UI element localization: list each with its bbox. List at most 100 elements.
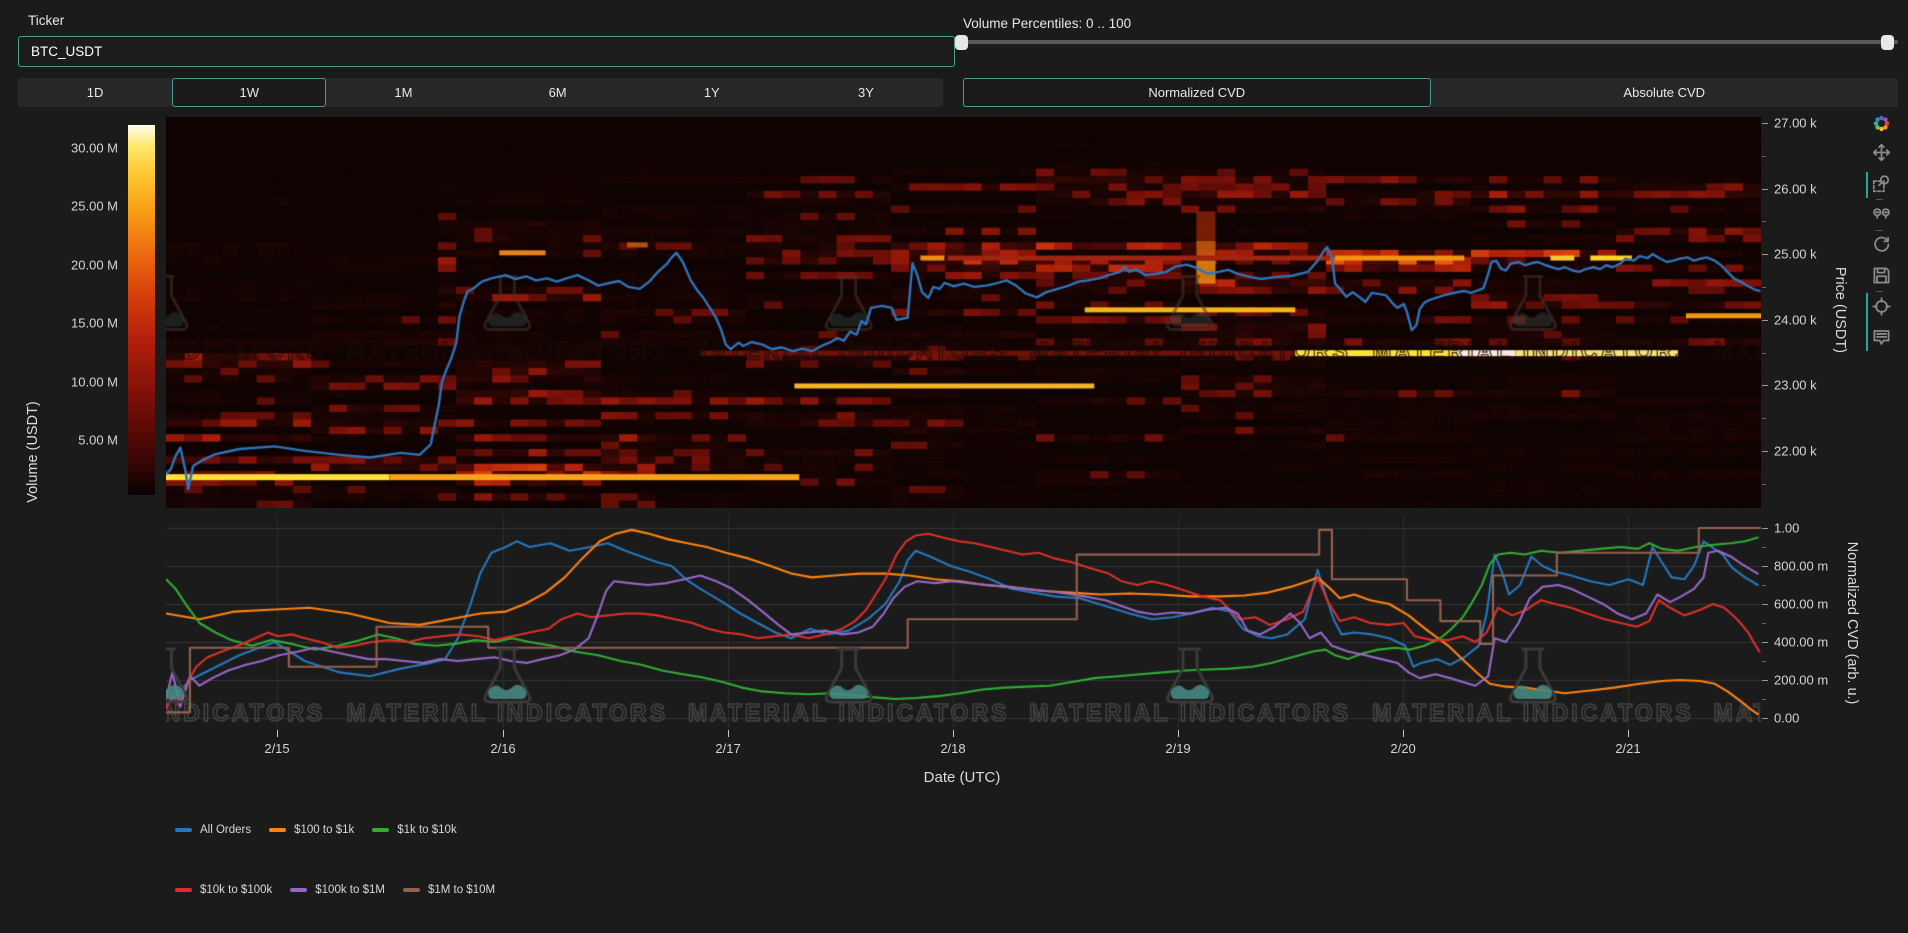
timeframe-3y-button[interactable]: 3Y xyxy=(789,78,943,107)
legend-row-2: $10k to $100k $100k to $1M $1M to $10M xyxy=(175,884,495,896)
price-axis-title: Price (USDT) xyxy=(1832,267,1848,353)
date-tick-label: 2/18 xyxy=(940,741,965,756)
legend-label: $1M to $10M xyxy=(428,884,495,896)
ticker-input[interactable] xyxy=(18,36,955,67)
cvd-tick-label: 200.00 m xyxy=(1774,673,1828,688)
tick-mark xyxy=(1762,680,1768,681)
date-tick-label: 2/15 xyxy=(264,741,289,756)
date-axis-title: Date (UTC) xyxy=(924,769,1001,786)
modebar-separator xyxy=(1876,199,1883,200)
cvd-axis-title: Normalized CVD (arb. u.) xyxy=(1844,542,1860,705)
plotly-logo-icon xyxy=(1872,114,1891,133)
cvd-tick-label: 400.00 m xyxy=(1774,635,1828,650)
price-tick-label: 25.00 k xyxy=(1774,247,1817,262)
reset-axes-button[interactable] xyxy=(1872,235,1892,255)
firecharts-app: Ticker Volume Percentiles: 0 .. 100 1D1W… xyxy=(0,0,1908,933)
tick-mark xyxy=(1628,730,1629,737)
tick-mark xyxy=(1403,730,1404,737)
legend-item[interactable]: $1k to $10k xyxy=(372,824,456,836)
legend-row-1: All Orders $100 to $1k $1k to $10k xyxy=(175,824,457,836)
volume-axis-title: Volume (USDT) xyxy=(25,401,41,503)
plotly-logo-button[interactable] xyxy=(1872,114,1892,134)
date-tick-label: 2/19 xyxy=(1165,741,1190,756)
cvd-mode-absolute-cvd-button[interactable]: Absolute CVD xyxy=(1431,78,1899,107)
tick-mark xyxy=(1762,661,1766,662)
cvd-mode-normalized-cvd-button[interactable]: Normalized CVD xyxy=(963,78,1431,107)
tick-mark xyxy=(1762,718,1768,719)
tick-mark xyxy=(1762,320,1768,321)
normalized-cvd-chart[interactable] xyxy=(166,516,1761,730)
price-tick-label: 23.00 k xyxy=(1774,378,1817,393)
cvd-tick-label: 600.00 m xyxy=(1774,596,1828,611)
volume-percentiles-label: Volume Percentiles: 0 .. 100 xyxy=(963,16,1131,31)
tick-mark xyxy=(1762,585,1766,586)
legend-item[interactable]: $100 to $1k xyxy=(269,824,354,836)
date-tick-label: 2/20 xyxy=(1390,741,1415,756)
tick-mark xyxy=(953,730,954,737)
save-image-button[interactable] xyxy=(1872,266,1892,286)
legend-swatch-icon xyxy=(372,828,389,832)
legend-item[interactable]: $100k to $1M xyxy=(290,884,385,896)
legend-label: $100k to $1M xyxy=(315,884,385,896)
timeframe-1y-button[interactable]: 1Y xyxy=(635,78,789,107)
legend-item[interactable]: $1M to $10M xyxy=(403,884,495,896)
tick-mark xyxy=(1178,730,1179,737)
volume-tick-label: 15.00 M xyxy=(48,316,118,331)
slider-handle-min[interactable] xyxy=(955,35,968,50)
tick-mark xyxy=(1762,189,1768,190)
tick-mark xyxy=(1762,221,1766,222)
hover-mode-button[interactable] xyxy=(1872,328,1892,348)
timeframe-1d-button[interactable]: 1D xyxy=(18,78,172,107)
date-tick-label: 2/16 xyxy=(490,741,515,756)
legend-swatch-icon xyxy=(175,828,192,832)
timeframe-button-group: 1D1W1M6M1Y3Y xyxy=(18,78,943,107)
ticker-label: Ticker xyxy=(28,13,64,28)
legend-swatch-icon xyxy=(290,888,307,892)
volume-tick-label: 5.00 M xyxy=(48,433,118,448)
price-volume-heatmap-chart[interactable] xyxy=(166,117,1761,508)
legend-label: $10k to $100k xyxy=(200,884,272,896)
legend-swatch-icon xyxy=(269,828,286,832)
date-tick-label: 2/17 xyxy=(715,741,740,756)
cvd-mode-button-group: Normalized CVDAbsolute CVD xyxy=(963,78,1898,107)
slider-handle-max[interactable] xyxy=(1881,35,1894,50)
tick-mark xyxy=(1762,451,1768,452)
tick-mark xyxy=(1762,528,1768,529)
timeframe-1w-button[interactable]: 1W xyxy=(172,78,326,107)
date-tick-label: 2/21 xyxy=(1615,741,1640,756)
volume-tick-label: 25.00 M xyxy=(48,199,118,214)
cvd-tick-label: 800.00 m xyxy=(1774,558,1828,573)
tick-mark xyxy=(1762,385,1768,386)
tick-mark xyxy=(1762,254,1768,255)
modebar-active-indicator xyxy=(1866,293,1868,351)
modebar-separator xyxy=(1876,291,1883,292)
tick-mark xyxy=(1762,699,1766,700)
toggle-spikelines-button[interactable] xyxy=(1872,297,1892,317)
tick-mark xyxy=(1762,156,1766,157)
legend-label: $1k to $10k xyxy=(397,824,456,836)
toggle-spikelines-icon xyxy=(1872,297,1891,316)
legend-label: $100 to $1k xyxy=(294,824,354,836)
pan-button[interactable] xyxy=(1872,143,1892,163)
tick-mark xyxy=(1762,287,1766,288)
timeframe-6m-button[interactable]: 6M xyxy=(481,78,635,107)
zoom-in-out-button[interactable] xyxy=(1872,204,1892,224)
modebar-separator xyxy=(1876,230,1883,231)
save-image-icon xyxy=(1872,266,1891,285)
volume-percentiles-slider-track[interactable] xyxy=(958,40,1898,44)
price-tick-label: 26.00 k xyxy=(1774,181,1817,196)
tick-mark xyxy=(1762,623,1766,624)
tick-mark xyxy=(1762,353,1766,354)
volume-tick-label: 20.00 M xyxy=(48,257,118,272)
price-tick-label: 27.00 k xyxy=(1774,115,1817,130)
legend-item[interactable]: $10k to $100k xyxy=(175,884,272,896)
legend-item[interactable]: All Orders xyxy=(175,824,251,836)
volume-colorbar xyxy=(128,125,155,495)
tick-mark xyxy=(1762,418,1766,419)
pan-icon xyxy=(1872,143,1891,162)
timeframe-1m-button[interactable]: 1M xyxy=(326,78,480,107)
tick-mark xyxy=(1762,484,1766,485)
tick-mark xyxy=(1762,642,1768,643)
tick-mark xyxy=(728,730,729,737)
box-zoom-button[interactable] xyxy=(1872,174,1892,194)
